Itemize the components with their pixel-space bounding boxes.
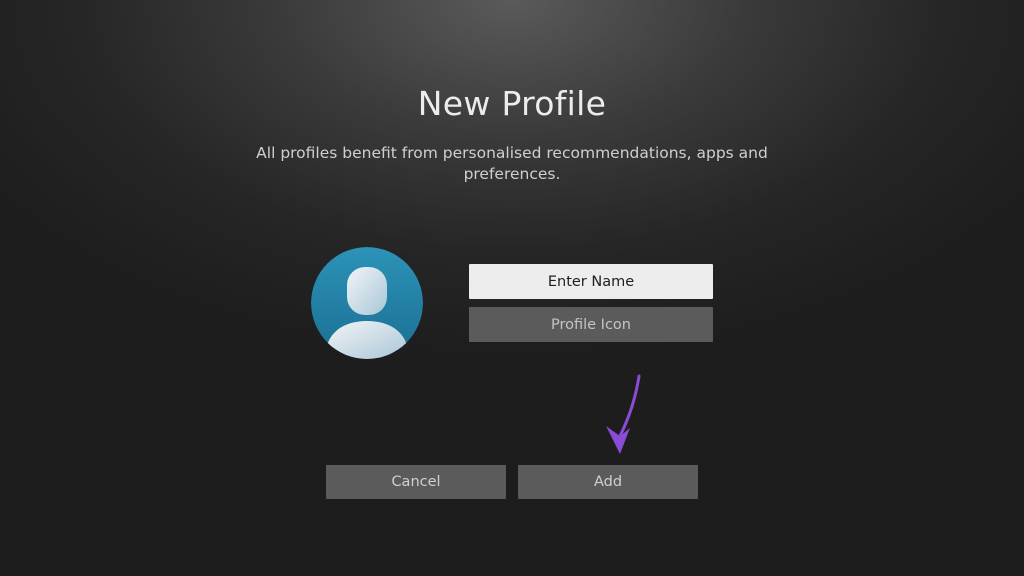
add-button[interactable]: Add <box>518 465 698 499</box>
profile-icon-button[interactable]: Profile Icon <box>469 307 713 342</box>
page-subtitle: All profiles benefit from personalised r… <box>256 144 768 183</box>
cancel-button[interactable]: Cancel <box>326 465 506 499</box>
arrow-pointer-icon <box>598 370 648 458</box>
page-title: New Profile <box>417 84 607 123</box>
enter-name-button[interactable]: Enter Name <box>469 264 713 299</box>
profile-avatar <box>311 247 423 359</box>
user-avatar-icon <box>311 247 423 359</box>
new-profile-screen: New Profile All profiles benefit from pe… <box>0 0 1024 576</box>
